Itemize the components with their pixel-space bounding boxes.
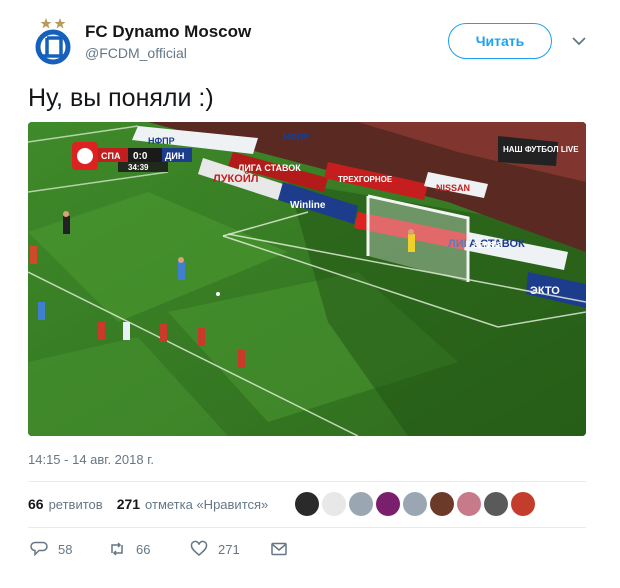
ad-board-text: SENSIS	[473, 241, 503, 250]
divider	[28, 481, 586, 482]
liker-avatar[interactable]	[457, 492, 481, 516]
ad-board-text: НАШ ФУТБОЛ LIVE	[503, 145, 579, 154]
liker-avatar[interactable]	[403, 492, 427, 516]
scoreboard-away: ДИН	[165, 151, 184, 161]
liker-avatar[interactable]	[430, 492, 454, 516]
liker-avatar[interactable]	[295, 492, 319, 516]
reply-button[interactable]: 58	[30, 540, 72, 558]
ad-board-text: ЭКТО	[530, 285, 560, 297]
retweet-icon	[111, 542, 123, 556]
follow-button[interactable]: Читать	[448, 23, 552, 59]
heart-icon	[190, 540, 208, 556]
reply-icon	[30, 541, 48, 557]
likes-label: отметка «Нравится»	[145, 497, 269, 512]
like-button[interactable]: 271	[190, 540, 240, 558]
ad-board-text: ЛУКОЙЛ	[213, 172, 258, 185]
direct-message-button[interactable]	[270, 540, 298, 558]
avatar[interactable]	[30, 16, 78, 66]
tweet-actions: 58 66 271	[28, 540, 328, 564]
tweet-header: FC Dynamo Moscow @FCDM_official Читать	[28, 16, 598, 66]
tweet-media[interactable]: НФПР НФПР ЛИГА СТАВОК ТРЕХГОРНОЕ NISSAN …	[28, 122, 586, 436]
divider	[28, 527, 586, 528]
ad-board-text: Winline	[290, 200, 326, 211]
reply-count: 58	[58, 541, 73, 557]
chevron-down-icon[interactable]	[570, 32, 588, 50]
like-count: 271	[218, 541, 240, 557]
retweet-count: 66	[136, 541, 151, 557]
retweet-button[interactable]: 66	[108, 540, 150, 558]
tweet-timestamp[interactable]: 14:15 - 14 авг. 2018 г.	[28, 452, 154, 467]
dynamo-logo-icon	[35, 18, 71, 65]
football-match-image: НФПР НФПР ЛИГА СТАВОК ТРЕХГОРНОЕ NISSAN …	[28, 122, 586, 436]
liker-avatar[interactable]	[322, 492, 346, 516]
author-name[interactable]: FC Dynamo Moscow	[85, 22, 251, 42]
liker-avatars	[295, 492, 538, 516]
scoreboard-home: СПА	[101, 151, 121, 161]
ad-board-text: ЛИГА СТАВОК	[238, 163, 301, 173]
ad-board-text: NISSAN	[436, 183, 470, 193]
envelope-icon	[271, 542, 287, 556]
ad-board-text: НФПР	[148, 136, 175, 146]
liker-avatar[interactable]	[376, 492, 400, 516]
likes-stat[interactable]: 271 отметка «Нравится»	[117, 496, 269, 512]
ad-board-text: НФПР	[283, 132, 310, 142]
likes-count: 271	[116, 496, 141, 512]
scoreboard-score: 0:0	[133, 151, 148, 162]
retweets-stat[interactable]: 66 ретвитов	[28, 496, 103, 512]
retweets-count: 66	[28, 496, 44, 512]
liker-avatar[interactable]	[511, 492, 535, 516]
liker-avatar[interactable]	[349, 492, 373, 516]
author-handle[interactable]: @FCDM_official	[85, 44, 251, 62]
tweet-text: Ну, вы поняли :)	[28, 84, 214, 112]
scoreboard-clock: 34:39	[128, 163, 149, 172]
tweet-stats: 66 ретвитов 271 отметка «Нравится»	[28, 496, 282, 512]
liker-avatar[interactable]	[484, 492, 508, 516]
ad-board-text: ТРЕХГОРНОЕ	[338, 175, 393, 184]
retweets-label: ретвитов	[48, 497, 103, 512]
